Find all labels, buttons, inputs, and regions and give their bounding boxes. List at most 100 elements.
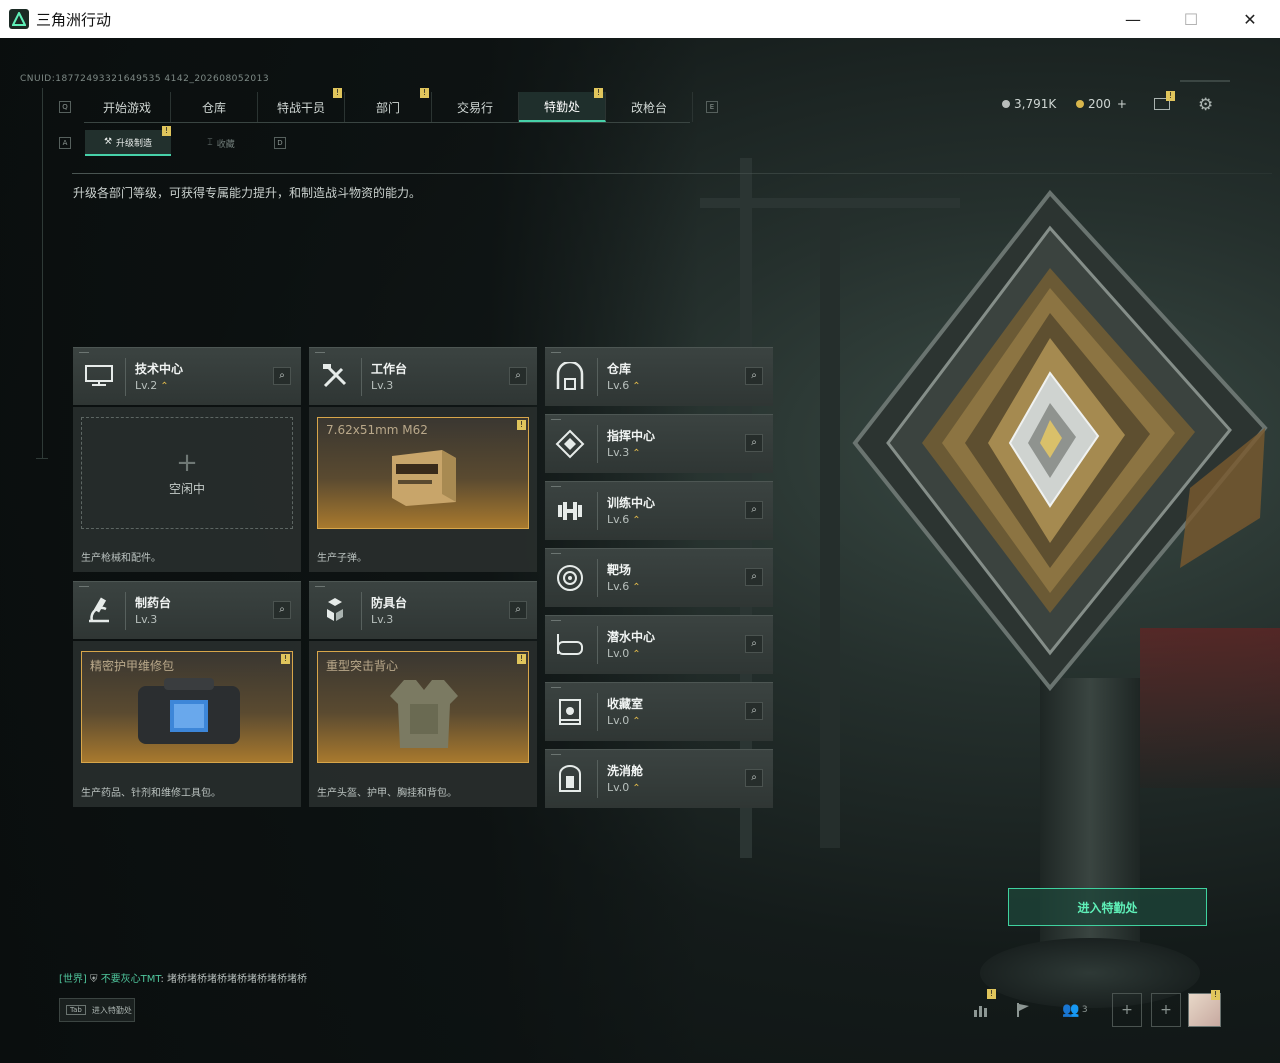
station-name: 潜水中心 <box>607 630 656 644</box>
tab-warehouse[interactable]: 仓库 <box>171 92 258 122</box>
item-name: 重型突击背心 <box>326 659 399 673</box>
crafting-item-slot[interactable]: 重型突击背心 ! <box>317 651 529 763</box>
maximize-button[interactable]: ☐ <box>1162 0 1220 38</box>
notification-badge: ! <box>333 88 342 98</box>
card-tick <box>551 754 561 755</box>
station-collection-room[interactable]: 收藏室 Lv.0 ⌃ ⌕ <box>545 682 773 741</box>
notification-badge: ! <box>517 420 526 430</box>
upgrade-arrow-icon: ⌃ <box>632 381 641 392</box>
mail-icon[interactable]: ! <box>1154 91 1175 110</box>
add-slot-button[interactable]: + <box>1112 993 1142 1027</box>
add-slot-button[interactable]: + <box>1151 993 1181 1027</box>
settings-gear-icon[interactable]: ⚙ <box>1198 95 1213 115</box>
cubes-icon <box>319 594 351 626</box>
goggles-icon <box>553 628 587 662</box>
repair-kit-image <box>138 678 240 744</box>
card-tick <box>79 586 89 587</box>
friends-icon[interactable]: 👥 3 <box>1058 993 1092 1027</box>
search-icon[interactable]: ⌕ <box>745 501 763 519</box>
card-tick <box>551 620 561 621</box>
search-icon[interactable]: ⌕ <box>745 434 763 452</box>
subtab-label: 升级制造 <box>116 138 153 149</box>
tab-gunsmith[interactable]: 改枪台 <box>606 92 693 122</box>
notification-badge: ! <box>594 88 603 98</box>
empty-craft-slot[interactable]: + 空闲中 <box>81 417 293 529</box>
station-description: 生产药品、针剂和维修工具包。 <box>81 788 221 799</box>
gold-add-icon[interactable]: + <box>1117 97 1127 111</box>
nav-key-right: E <box>706 101 718 113</box>
notification-badge: ! <box>420 88 429 98</box>
scene-beam <box>820 198 840 848</box>
station-name: 技术中心 <box>135 362 184 376</box>
station-warehouse[interactable]: 仓库 Lv.6 ⌃ ⌕ <box>545 347 773 406</box>
friends-count: 3 <box>1081 1005 1088 1015</box>
search-icon[interactable]: ⌕ <box>745 367 763 385</box>
tab-shortcut-hint[interactable]: Tab 进入特勤处 <box>59 998 135 1022</box>
notification-badge: ! <box>1166 91 1175 101</box>
search-icon[interactable]: ⌕ <box>509 367 527 385</box>
tab-start-game[interactable]: 开始游戏 <box>84 92 171 122</box>
tab-special-ops[interactable]: 特勤处 ! <box>519 88 606 122</box>
tab-market[interactable]: 交易行 <box>432 92 519 122</box>
flag-icon[interactable] <box>1008 993 1038 1027</box>
station-level: Lv.6 ⌃ <box>607 513 641 526</box>
command-icon <box>553 427 587 461</box>
item-name: 7.62x51mm M62 <box>326 423 428 437</box>
search-icon[interactable]: ⌕ <box>745 769 763 787</box>
upgrade-arrow-icon: ⌃ <box>632 515 641 526</box>
silver-currency[interactable]: 3,791K <box>1002 97 1056 111</box>
station-description: 生产枪械和配件。 <box>81 553 161 564</box>
station-armor-bench[interactable]: 防具台 Lv.3 ⌕ <box>309 581 537 639</box>
station-name: 收藏室 <box>607 697 644 711</box>
station-decon-chamber[interactable]: 洗消舱 Lv.0 ⌃ ⌕ <box>545 749 773 808</box>
tab-key: Tab <box>66 1005 86 1015</box>
station-pharmacy[interactable]: 制药台 Lv.3 ⌕ <box>73 581 301 639</box>
decon-icon <box>553 762 587 796</box>
card-separator <box>597 559 598 597</box>
chat-message[interactable]: [世界] ⛨ 不要灰心TMT: 堵桥堵桥堵桥堵桥堵桥堵桥堵桥 <box>59 970 307 985</box>
station-command-center[interactable]: 指挥中心 Lv.3 ⌃ ⌕ <box>545 414 773 473</box>
crafting-item-slot[interactable]: 7.62x51mm M62 ! <box>317 417 529 529</box>
station-workbench[interactable]: 工作台 Lv.3 ⌕ <box>309 347 537 405</box>
search-icon[interactable]: ⌕ <box>273 367 291 385</box>
tab-hint-label: 进入特勤处 <box>91 1005 132 1015</box>
card-tick <box>315 586 325 587</box>
subtab-collection[interactable]: ⌶ 收藏 <box>185 130 257 156</box>
close-button[interactable]: ✕ <box>1221 0 1279 38</box>
scene-pillar <box>1040 678 1140 978</box>
station-name: 工作台 <box>371 362 408 376</box>
player-avatar[interactable]: ! <box>1188 990 1221 1027</box>
enter-special-ops-button[interactable]: 进入特勤处 <box>1008 888 1207 926</box>
card-tick <box>551 352 561 353</box>
tab-label: 交易行 <box>456 100 493 115</box>
tab-operators[interactable]: 特战干员 ! <box>258 88 345 122</box>
station-level: Lv.3 <box>371 379 394 392</box>
collection-icon <box>553 695 587 729</box>
search-icon[interactable]: ⌕ <box>745 635 763 653</box>
station-diving-center[interactable]: 潜水中心 Lv.0 ⌃ ⌕ <box>545 615 773 674</box>
tab-label: 开始游戏 <box>102 100 151 115</box>
search-icon[interactable]: ⌕ <box>745 702 763 720</box>
search-icon[interactable]: ⌕ <box>745 568 763 586</box>
ammo-box-image <box>392 450 456 506</box>
slot-status: 空闲中 <box>168 481 205 496</box>
main-nav: 开始游戏 仓库 特战干员 ! 部门 ! 交易行 特勤处 ! 改枪台 <box>84 88 693 122</box>
stats-chart-icon[interactable]: ! <box>966 989 996 1027</box>
upgrade-arrow-icon: ⌃ <box>160 381 169 392</box>
subtab-upgrade-craft[interactable]: ⚒ 升级制造 ! <box>85 126 171 156</box>
station-name: 指挥中心 <box>607 429 656 443</box>
warehouse-icon <box>553 360 587 394</box>
station-level: Lv.3 ⌃ <box>607 446 641 459</box>
minimize-button[interactable]: — <box>1104 0 1162 38</box>
station-shooting-range[interactable]: 靶场 Lv.6 ⌃ ⌕ <box>545 548 773 607</box>
search-icon[interactable]: ⌕ <box>509 601 527 619</box>
crafting-item-slot[interactable]: 精密护甲维修包 ! <box>81 651 293 763</box>
station-training-center[interactable]: 训练中心 Lv.6 ⌃ ⌕ <box>545 481 773 540</box>
nav-key-left: Q <box>59 101 71 113</box>
search-icon[interactable]: ⌕ <box>273 601 291 619</box>
card-separator <box>597 358 598 396</box>
station-tech-center[interactable]: 技术中心 Lv.2 ⌃ ⌕ <box>73 347 301 405</box>
tab-department[interactable]: 部门 ! <box>345 88 432 122</box>
game-viewport: CNUID:18772493321649535 4142_20260805201… <box>0 38 1280 1063</box>
gold-currency[interactable]: 200 + <box>1076 97 1127 111</box>
